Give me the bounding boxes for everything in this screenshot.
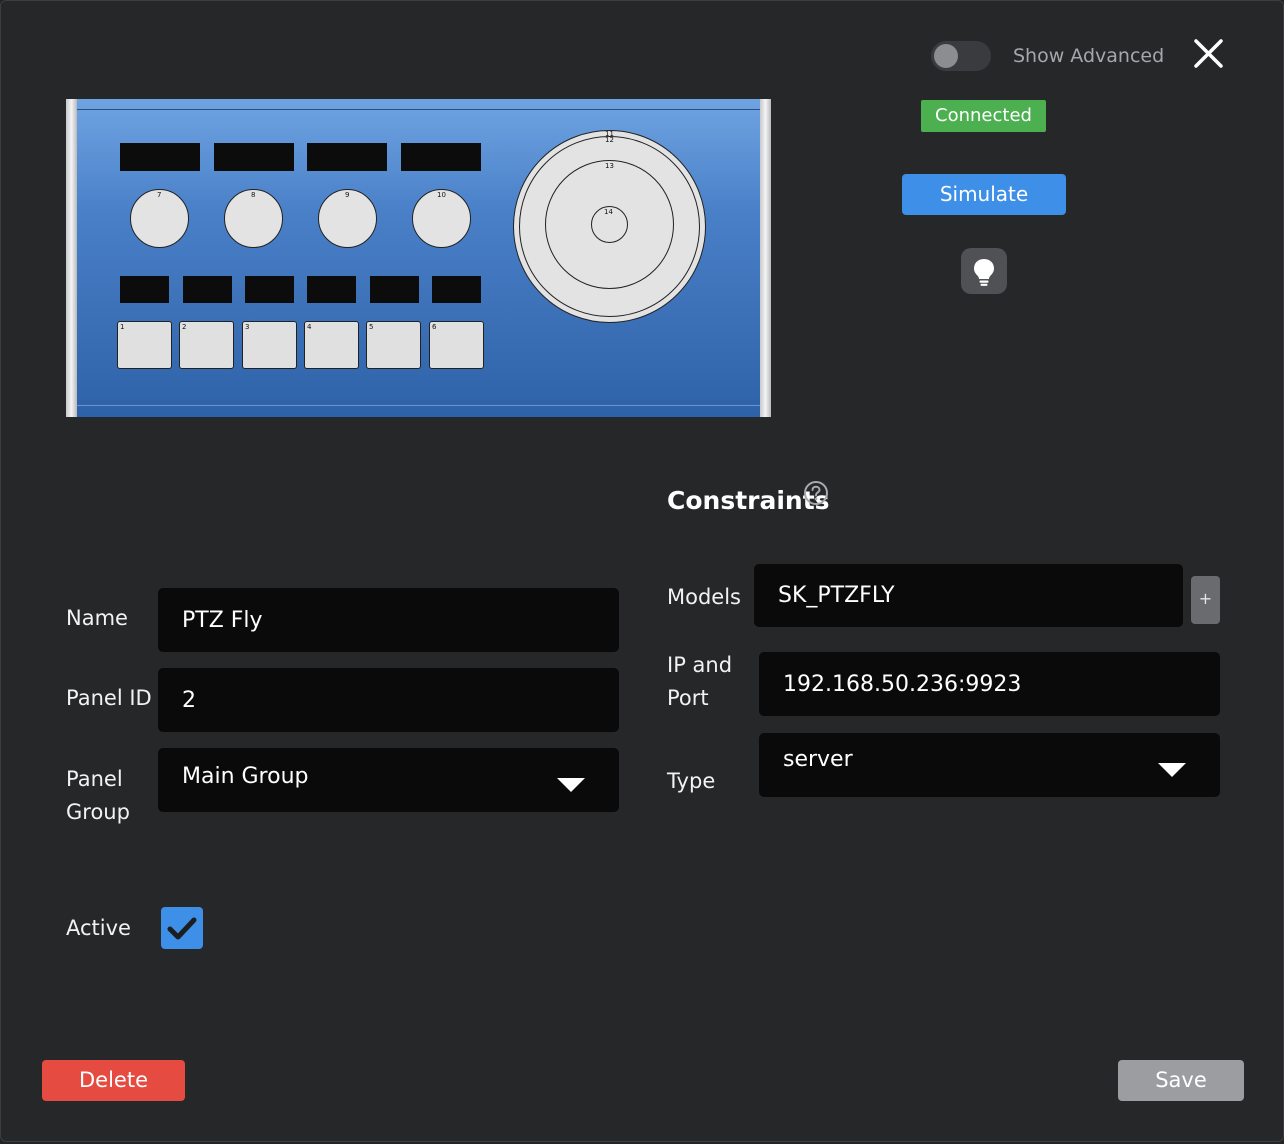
panel-key[interactable]: 1 (117, 321, 172, 369)
delete-button[interactable]: Delete (42, 1060, 185, 1101)
knob-number: 8 (251, 191, 256, 199)
panel-display (401, 143, 481, 171)
panel-group-label-line2: Group (66, 800, 130, 824)
constraints-help-button[interactable] (803, 480, 829, 506)
panel-knob[interactable]: 10 (412, 189, 471, 248)
key-number: 5 (369, 323, 374, 331)
show-advanced-label: Show Advanced (1013, 45, 1165, 67)
panel-mini-display (245, 276, 294, 303)
panel-display (120, 143, 200, 171)
type-select[interactable]: server (759, 733, 1220, 797)
key-number: 1 (120, 323, 125, 331)
joystick-center[interactable]: 14 (591, 206, 628, 243)
ring-number: 13 (605, 162, 614, 170)
ring-number: 14 (604, 208, 613, 216)
panel-group-select[interactable]: Main Group (158, 748, 619, 812)
panel-display (214, 143, 294, 171)
panel-knob[interactable]: 7 (130, 189, 189, 248)
key-number: 2 (182, 323, 187, 331)
close-button[interactable] (1189, 35, 1227, 73)
panel-key[interactable]: 5 (366, 321, 421, 369)
panel-key[interactable]: 6 (429, 321, 484, 369)
key-number: 3 (245, 323, 250, 331)
panel-knob[interactable]: 9 (318, 189, 377, 248)
panel-settings-dialog: Show Advanced Connected Simulate 7 8 9 1… (0, 0, 1284, 1142)
lightbulb-icon (974, 259, 994, 286)
panel-id-label: Panel ID (66, 686, 152, 710)
panel-rail-right (760, 99, 771, 417)
help-circle-icon (804, 481, 828, 505)
add-model-button[interactable]: + (1191, 576, 1220, 624)
panel-key[interactable]: 2 (179, 321, 234, 369)
panel-edge-bottom (77, 405, 760, 406)
close-icon (1194, 39, 1223, 68)
panel-group-label: Panel Group (66, 763, 130, 829)
key-number: 6 (432, 323, 437, 331)
chevron-down-icon (1158, 763, 1186, 777)
connection-status-badge: Connected (921, 100, 1046, 132)
panel-id-input[interactable] (158, 668, 619, 732)
panel-key[interactable]: 3 (242, 321, 297, 369)
ip-port-input[interactable] (759, 652, 1220, 716)
panel-preview: 7 8 9 10 1 2 3 4 5 6 11 12 13 14 (66, 99, 771, 417)
models-label: Models (667, 585, 741, 609)
knob-number: 9 (345, 191, 350, 199)
save-button[interactable]: Save (1118, 1060, 1244, 1101)
panel-mini-display (183, 276, 232, 303)
show-advanced-toggle[interactable] (931, 41, 991, 71)
knob-number: 7 (157, 191, 162, 199)
chevron-down-icon (557, 778, 585, 792)
checkmark-icon (167, 917, 197, 940)
identify-button[interactable] (961, 248, 1007, 294)
active-checkbox[interactable] (161, 907, 203, 949)
panel-edge-top (77, 109, 760, 110)
ip-port-label-line2: Port (667, 686, 709, 710)
panel-mini-display (120, 276, 169, 303)
toggle-knob (934, 44, 958, 68)
panel-display (307, 143, 387, 171)
ip-port-label: IP and Port (667, 649, 732, 715)
name-label: Name (66, 606, 128, 630)
knob-number: 10 (437, 191, 446, 199)
panel-mini-display (307, 276, 356, 303)
key-number: 4 (307, 323, 312, 331)
name-input[interactable] (158, 588, 619, 652)
panel-knob[interactable]: 8 (224, 189, 283, 248)
panel-group-value: Main Group (182, 764, 309, 789)
panel-group-label-line1: Panel (66, 767, 123, 791)
models-input[interactable] (754, 564, 1183, 627)
panel-mini-display (370, 276, 419, 303)
panel-mini-display (432, 276, 481, 303)
type-value: server (783, 747, 853, 772)
panel-key[interactable]: 4 (304, 321, 359, 369)
ip-port-label-line1: IP and (667, 653, 733, 677)
active-label: Active (66, 916, 131, 940)
simulate-button[interactable]: Simulate (902, 174, 1066, 215)
ring-number: 12 (605, 136, 614, 144)
type-label: Type (667, 769, 716, 793)
panel-rail-left (66, 99, 77, 417)
